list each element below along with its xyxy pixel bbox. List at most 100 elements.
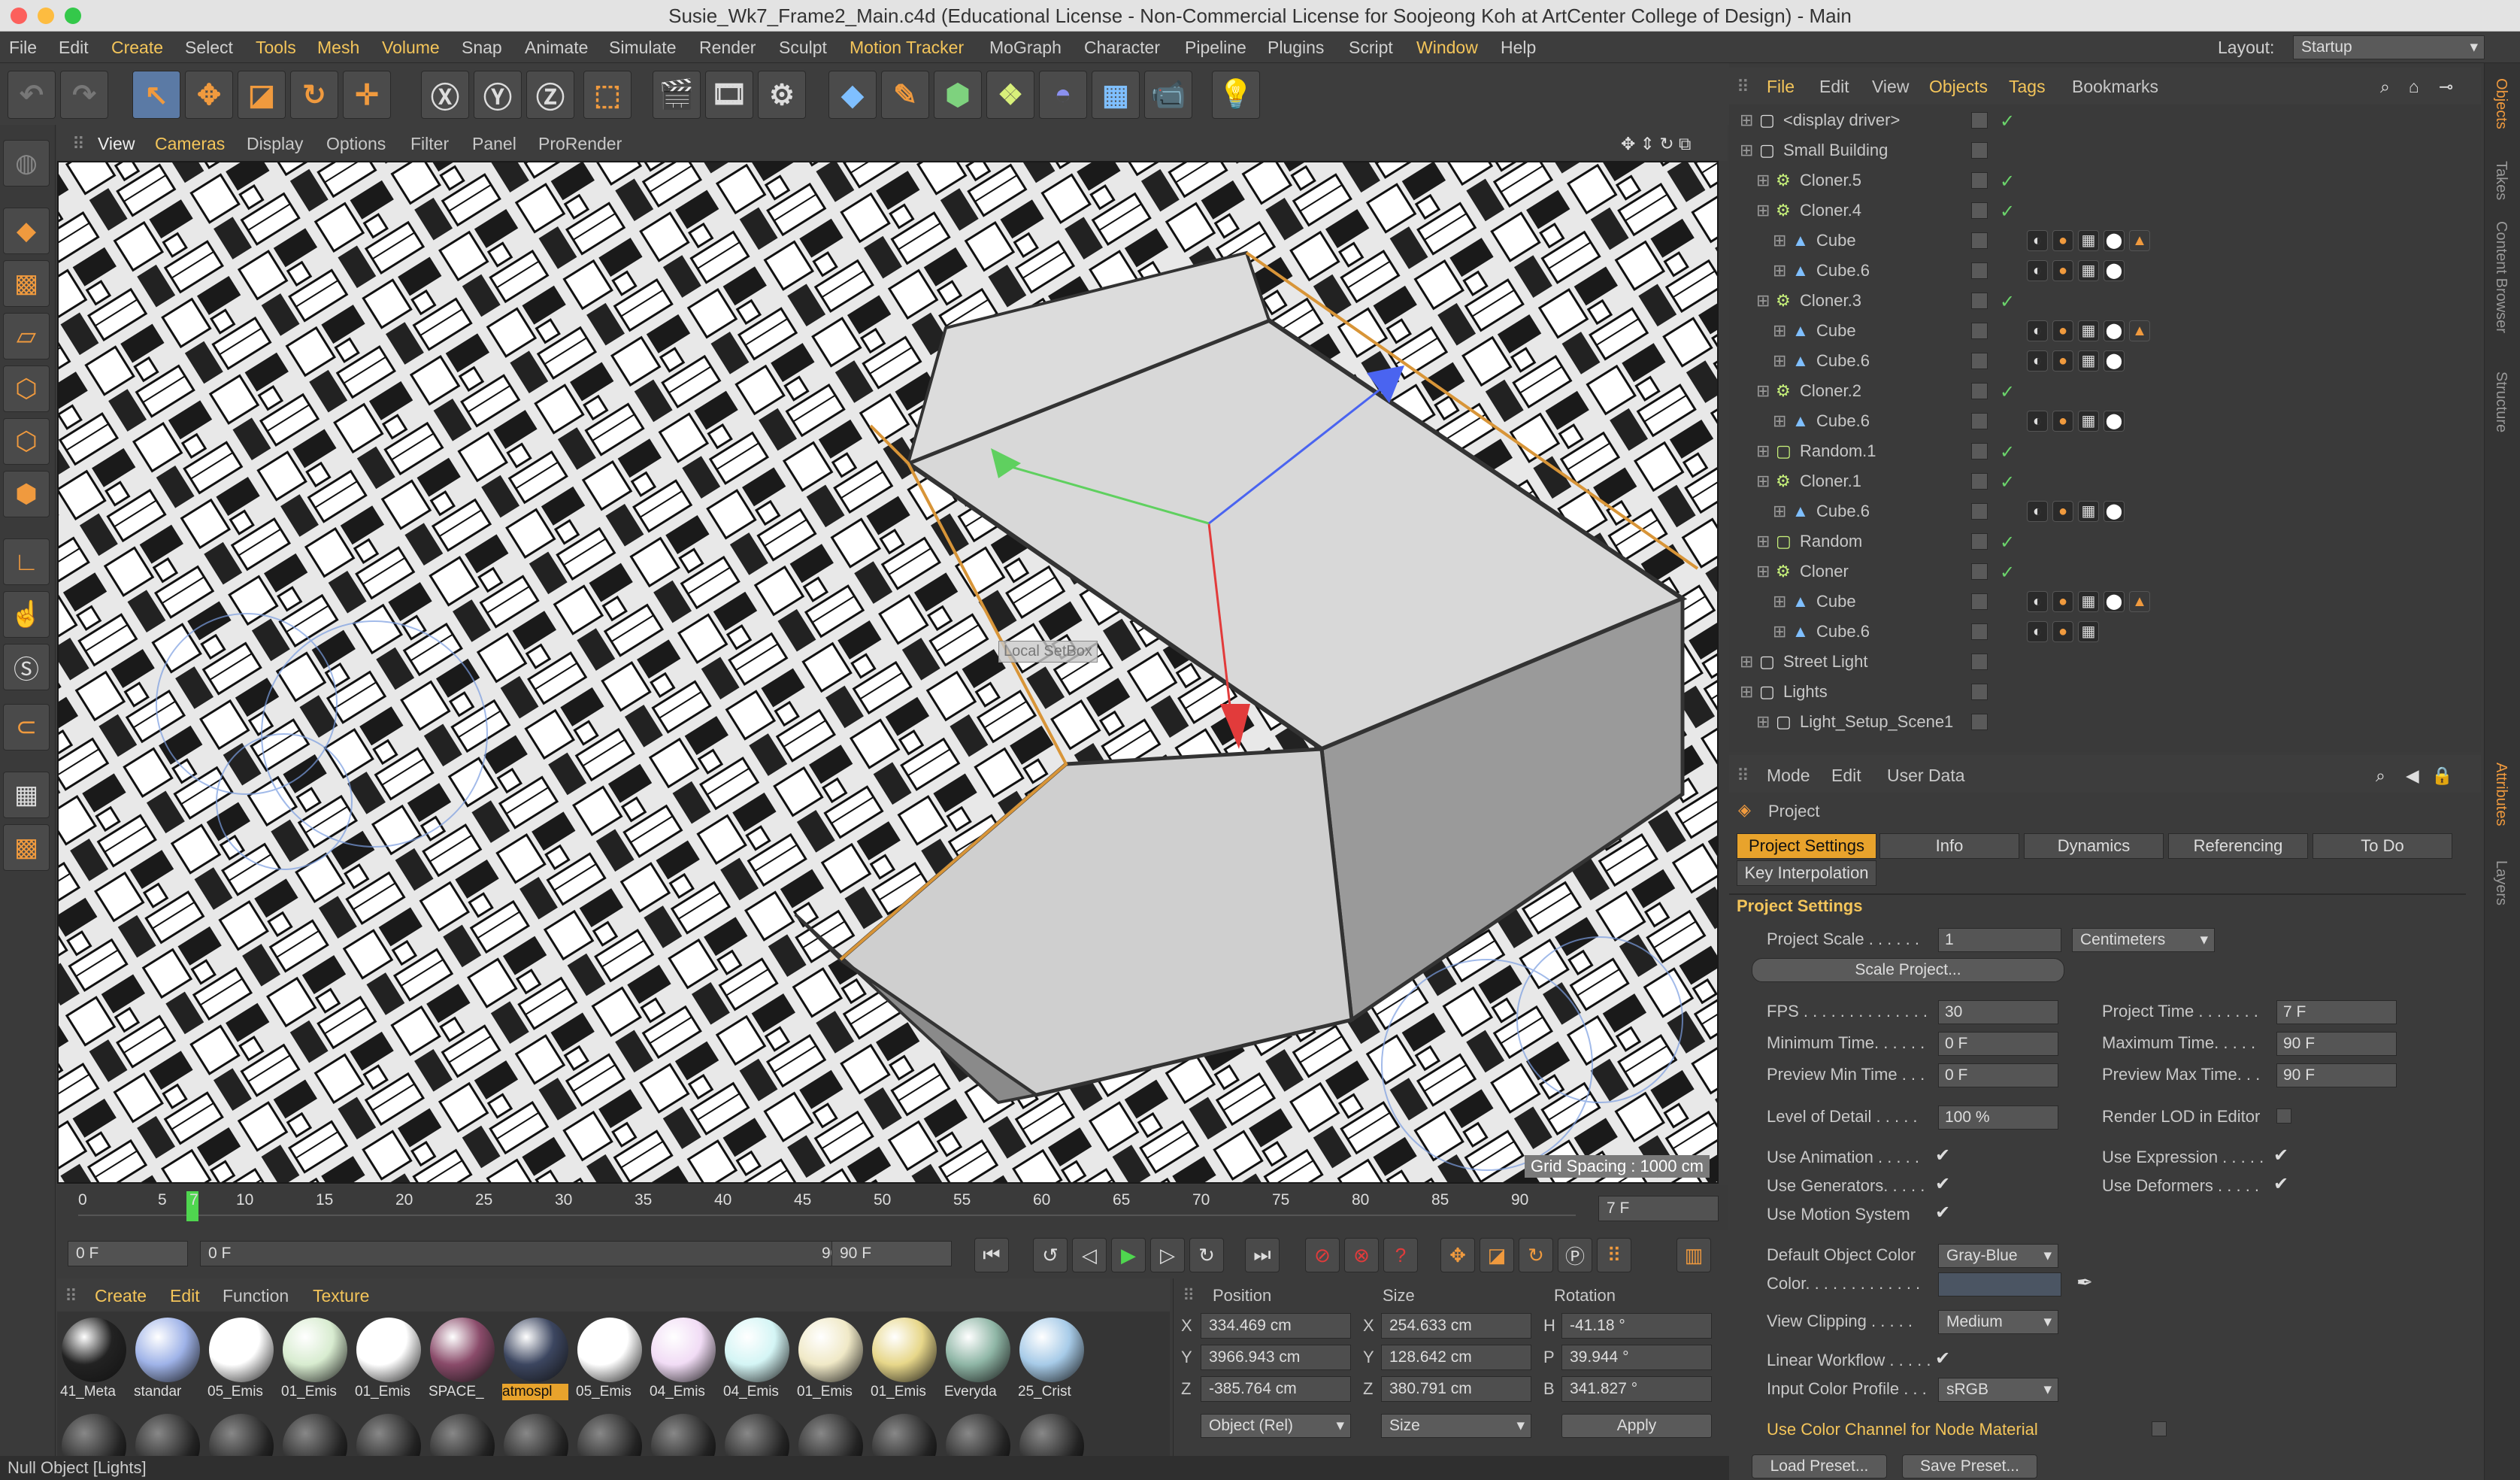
- expand-icon[interactable]: ⊞: [1756, 557, 1770, 587]
- expand-icon[interactable]: ⊞: [1740, 135, 1753, 165]
- 3d-viewport[interactable]: Local SetBox Grid Spacing : 1000 cm: [57, 161, 1719, 1184]
- expand-icon[interactable]: ⊞: [1773, 226, 1786, 256]
- menu-snap[interactable]: Snap: [462, 38, 502, 58]
- layer-visibility-toggle[interactable]: [1971, 533, 1988, 550]
- menu-pipeline[interactable]: Pipeline: [1185, 38, 1246, 58]
- use-animation-checkbox[interactable]: ✔: [1935, 1145, 1950, 1166]
- object-name[interactable]: Cloner.4: [1800, 196, 1861, 226]
- side-tab-attributes[interactable]: Attributes: [2492, 763, 2509, 826]
- menu-create[interactable]: Create: [111, 38, 163, 58]
- material-menu-create[interactable]: Create: [95, 1286, 147, 1306]
- search-icon[interactable]: ⌕: [2380, 77, 2390, 97]
- object-row[interactable]: ⊞ ▢ Random ✓: [1729, 526, 2466, 557]
- layout-dropdown[interactable]: Startup ▾: [2293, 35, 2485, 59]
- render-view-icon[interactable]: 🎬: [653, 71, 701, 119]
- material-swatch[interactable]: [207, 1412, 274, 1457]
- viewport-menu-options[interactable]: Options: [326, 134, 386, 154]
- timeline-window-icon[interactable]: ▥: [1676, 1238, 1711, 1272]
- subdivision-icon[interactable]: ⬢: [934, 71, 982, 119]
- enabled-check-icon[interactable]: ✓: [2000, 528, 2015, 558]
- deformer-icon[interactable]: ◓: [1039, 71, 1087, 119]
- color-swatch[interactable]: [1938, 1272, 2061, 1297]
- scale-project-button[interactable]: Scale Project...: [1752, 958, 2064, 982]
- material-swatch[interactable]: 04_Emis: [650, 1316, 716, 1406]
- object-row[interactable]: ⊞ ▲ Cube.6 ◐ ● ▦ ⬤: [1729, 346, 2466, 376]
- size-field[interactable]: 128.642 cm: [1381, 1345, 1531, 1370]
- object-row[interactable]: ⊞ ▲ Cube.6 ◐ ● ▦: [1729, 617, 2466, 647]
- menu-mograph[interactable]: MoGraph: [989, 38, 1062, 58]
- timeline-ruler[interactable]: 7 F 0 5 7 10 15 20 25 30 35 40 45 50 55 60 65 70 75 80 85 9…: [57, 1185, 1728, 1230]
- om-menu-objects[interactable]: Objects: [1929, 77, 1988, 97]
- material-swatch[interactable]: 01_Emis: [871, 1316, 937, 1406]
- viewport-menu-view[interactable]: View: [98, 134, 135, 154]
- keyframe-selection-icon[interactable]: ?: [1383, 1238, 1418, 1272]
- object-tag-icon[interactable]: ◐: [2027, 320, 2048, 341]
- viewport-menu-display[interactable]: Display: [247, 134, 303, 154]
- layer-visibility-toggle[interactable]: [1971, 353, 1988, 369]
- menu-plugins[interactable]: Plugins: [1268, 38, 1324, 58]
- go-to-end-icon[interactable]: ⏭: [1245, 1238, 1280, 1272]
- layer-visibility-toggle[interactable]: [1971, 172, 1988, 189]
- object-tag-icon[interactable]: ⬤: [2104, 411, 2125, 432]
- size-field[interactable]: 254.633 cm: [1381, 1313, 1531, 1339]
- key-param-icon[interactable]: Ⓟ: [1558, 1238, 1592, 1272]
- previous-key-icon[interactable]: ↺: [1033, 1238, 1068, 1272]
- object-tag-icon[interactable]: ▦: [2078, 621, 2099, 642]
- tab-key-interpolation[interactable]: Key Interpolation: [1737, 860, 1876, 886]
- object-tag-icon[interactable]: ●: [2052, 260, 2073, 281]
- layer-visibility-toggle[interactable]: [1971, 112, 1988, 129]
- enabled-check-icon[interactable]: ✓: [2000, 287, 2015, 317]
- tab-project-settings[interactable]: Project Settings: [1737, 833, 1876, 859]
- menu-help[interactable]: Help: [1501, 38, 1536, 58]
- menu-script[interactable]: Script: [1349, 38, 1393, 58]
- object-row[interactable]: ⊞ ▢ Light_Setup_Scene1: [1729, 707, 2466, 737]
- apply-button[interactable]: Apply: [1561, 1414, 1712, 1438]
- material-swatch[interactable]: [281, 1412, 347, 1457]
- enabled-check-icon[interactable]: ✓: [2000, 197, 2015, 227]
- object-row[interactable]: ⊞ ▲ Cube.6 ◐ ● ▦ ⬤: [1729, 496, 2466, 526]
- cloner-icon[interactable]: ❖: [986, 71, 1034, 119]
- expand-icon[interactable]: ⊞: [1773, 346, 1786, 376]
- layer-visibility-toggle[interactable]: [1971, 443, 1988, 459]
- layer-visibility-toggle[interactable]: [1971, 503, 1988, 520]
- material-menu-edit[interactable]: Edit: [170, 1286, 200, 1306]
- material-swatch[interactable]: Everyda: [944, 1316, 1010, 1406]
- layer-visibility-toggle[interactable]: [1971, 262, 1988, 279]
- material-swatch[interactable]: atmospl: [502, 1316, 568, 1406]
- render-settings-icon[interactable]: ⚙: [758, 71, 806, 119]
- expand-icon[interactable]: ⊞: [1756, 526, 1770, 557]
- object-tag-icon[interactable]: ●: [2052, 320, 2073, 341]
- object-tag-icon[interactable]: ▦: [2078, 350, 2099, 372]
- new-view-icon[interactable]: ⊸: [2439, 77, 2453, 97]
- layer-visibility-toggle[interactable]: [1971, 323, 1988, 339]
- object-row[interactable]: ⊞ ⚙ Cloner.1 ✓: [1729, 466, 2466, 496]
- layer-visibility-toggle[interactable]: [1971, 232, 1988, 249]
- expand-icon[interactable]: ⊞: [1756, 707, 1770, 737]
- cube-object-icon[interactable]: ◆: [828, 71, 877, 119]
- object-name[interactable]: Lights: [1783, 677, 1828, 707]
- material-swatch[interactable]: SPACE_: [429, 1316, 495, 1406]
- object-row[interactable]: ⊞ ▢ Random.1 ✓: [1729, 436, 2466, 466]
- axis-mode-icon[interactable]: ∟: [3, 538, 50, 585]
- object-name[interactable]: Cloner.3: [1800, 286, 1861, 316]
- position-field[interactable]: -385.764 cm: [1201, 1376, 1351, 1402]
- lock-icon[interactable]: 🔒: [2431, 766, 2453, 786]
- object-tag-icon[interactable]: ●: [2052, 501, 2073, 522]
- material-swatch[interactable]: 41_Meta: [60, 1316, 126, 1406]
- camera-icon[interactable]: 📹: [1144, 71, 1192, 119]
- view-clipping-dropdown[interactable]: Medium ▾: [1938, 1310, 2058, 1334]
- expand-icon[interactable]: ⊞: [1773, 406, 1786, 436]
- size-field[interactable]: 380.791 cm: [1381, 1376, 1531, 1402]
- scale-tool-icon[interactable]: ◪: [238, 71, 286, 119]
- move-tool-icon[interactable]: ✥: [185, 71, 233, 119]
- menu-sculpt[interactable]: Sculpt: [779, 38, 827, 58]
- key-rotation-icon[interactable]: ↻: [1519, 1238, 1553, 1272]
- object-tag-icon[interactable]: ◐: [2027, 350, 2048, 372]
- tab-referencing[interactable]: Referencing: [2168, 833, 2308, 859]
- expand-icon[interactable]: ⊞: [1773, 256, 1786, 286]
- object-row[interactable]: ⊞ ▢ Lights: [1729, 677, 2466, 707]
- use-expression-checkbox[interactable]: ✔: [2273, 1145, 2288, 1166]
- tab-dynamics[interactable]: Dynamics: [2024, 833, 2164, 859]
- object-name[interactable]: Cube.6: [1816, 406, 1870, 436]
- object-tag-icon[interactable]: ⬤: [2104, 320, 2125, 341]
